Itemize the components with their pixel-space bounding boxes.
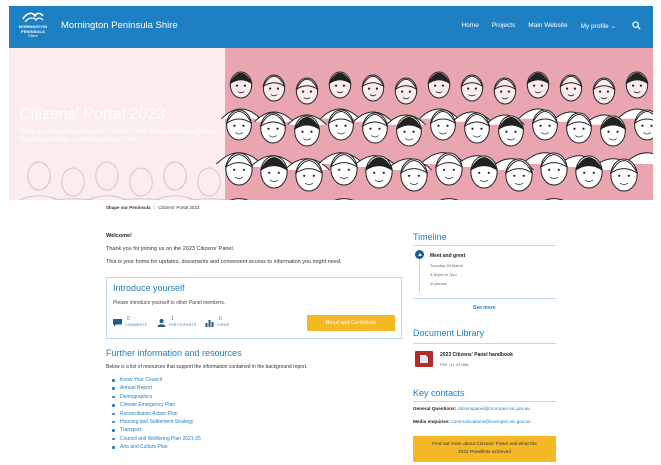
handbook-link[interactable]: 2023 Citizens' Panel handbook [440,352,513,358]
introduce-yourself-card: Introduce yourself Please introduce your… [106,277,402,339]
resource-link-know-your-council[interactable]: Know Your Council [112,376,201,384]
media-enquiries-email[interactable]: communications@mornpen.vic.gov.au [451,419,530,424]
logo-wordmark: MORNINGTON PENINSULA Shire [15,24,51,39]
breadcrumb-current: Citizens' Portal 2023 [158,205,200,210]
logo-line-3: Shire [28,33,38,38]
resource-link-demographics[interactable]: Demographics [112,393,201,401]
timeline-event-title[interactable]: Meet and greet [430,253,465,259]
resource-link-climate-emergency-plan[interactable]: Climate Emergency Plan [112,401,201,409]
resource-link-annual-report[interactable]: Annual Report [112,384,201,392]
citizens-panel-cta-button[interactable]: Find out more about Citizens' Panel and … [413,436,556,462]
nav-home[interactable]: Home [461,22,478,29]
resource-link-housing-settlement-strategy[interactable]: Housing and Settlement Strategy [112,418,201,426]
participants-label: PARTICIPANTS [169,323,197,327]
document-library-heading: Document Library [413,328,485,338]
hero-banner: Citizens' Portal 2023 Thank you for part… [9,48,653,200]
pdf-document-icon[interactable] [415,351,433,367]
general-questions-email[interactable]: citizenspanel@mornpen.vic.gov.au [458,406,530,411]
timeline-event-time: 5:30pm to 7pm [430,272,457,277]
comments-count: 0 [127,316,130,322]
breadcrumb-root[interactable]: Shape our Peninsula [106,205,151,210]
participants-count: 1 [171,316,174,322]
timeline-divider [413,245,556,246]
document-library-divider [413,343,556,344]
media-enquiries-row: Media enquiries: communications@mornpen.… [413,419,531,424]
welcome-heading: Welcome! [106,233,132,239]
page: MORNINGTON PENINSULA Shire Mornington Pe… [0,0,661,465]
general-questions-label: General Questions: [413,406,457,411]
timeline-track [419,259,420,293]
crowd-illustration [19,71,653,200]
comments-label: COMMENTS [125,323,148,327]
site-brand[interactable]: Mornington Peninsula Shire [61,20,178,31]
welcome-text-2: This is your home for updates, documents… [106,259,342,265]
resource-link-arts-culture-plan[interactable]: Arts and Culture Plan [112,443,201,451]
resource-link-transport[interactable]: Transport [112,426,201,434]
welcome-text-1: Thank you for joining us on the 2023 Cit… [106,246,235,252]
bar-chart-icon [205,320,214,327]
resource-link-reconciliation-action-plan[interactable]: Reconciliation Action Plan [112,410,201,418]
general-questions-row: General Questions: citizenspanel@mornpen… [413,406,530,411]
handbook-file-meta: PDF (11.43 MB) [440,362,469,367]
resource-links-list: Know Your Council Annual Report Demograp… [106,376,201,452]
nav-my-profile[interactable]: My profile ⌄ [581,22,616,30]
introduce-title: Introduce yourself [113,283,185,293]
timeline-heading: Timeline [413,232,447,242]
main-nav: Home Projects Main Website My profile ⌄ [448,21,641,30]
shire-logo[interactable]: MORNINGTON PENINSULA Shire [15,10,51,44]
views-count: 0 [219,316,222,322]
nav-main-website[interactable]: Main Website [528,22,567,29]
further-info-heading: Further information and resources [106,348,242,358]
resource-link-council-wellbeing-plan[interactable]: Council and Wellbeing Plan 2021-25 [112,435,201,443]
views-label: VIEWS [217,323,230,327]
search-icon[interactable] [632,21,641,30]
timeline-event-mode: In-person [430,281,447,286]
introduce-text: Please introduce yourself to other Panel… [113,300,226,306]
cta-line-2: 2022 Panellists achieved [457,450,512,455]
further-info-intro: Below is a list of resources that suppor… [106,364,308,370]
timeline-event-date: Tuesday 28 March [430,263,463,268]
media-enquiries-label: Media enquiries: [413,419,450,424]
top-navigation-bar: MORNINGTON PENINSULA Shire Mornington Pe… [9,6,653,48]
key-contacts-divider [413,401,556,402]
see-more-link[interactable]: See more [473,305,496,311]
timeline-marker-icon [415,250,424,259]
timeline-bottom-divider [413,298,556,299]
nav-projects[interactable]: Projects [492,22,515,29]
hero-subtitle: Thank you for participating in the Citiz… [19,129,219,143]
hero-title: Citizens' Portal 2023 [19,106,166,123]
wave-logo-icon [22,12,44,23]
key-contacts-heading: Key contacts [413,388,465,398]
read-and-contribute-button[interactable]: Read and Contribute [307,315,395,331]
cta-line-1: Find out more about Citizens' Panel and … [432,442,537,447]
comment-icon [113,319,122,327]
person-icon [157,319,166,327]
breadcrumb: Shape our Peninsula | Citizens' Portal 2… [106,205,199,210]
breadcrumb-separator: | [153,205,155,210]
